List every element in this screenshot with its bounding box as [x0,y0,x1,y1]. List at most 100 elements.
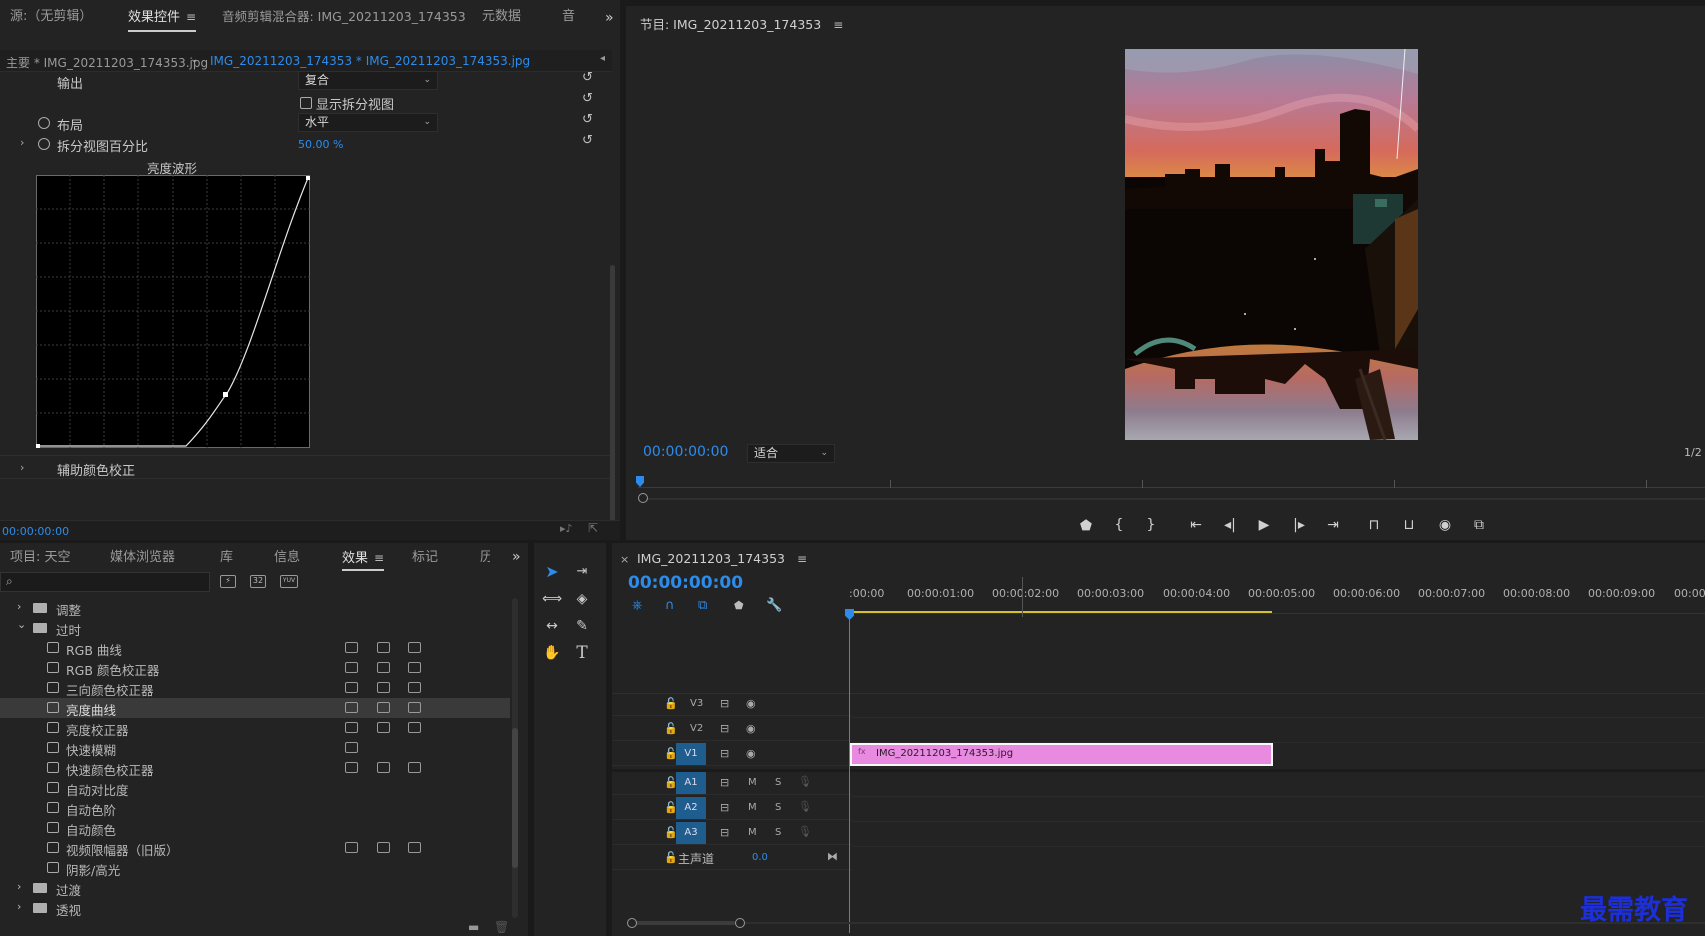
mute-button[interactable]: M [748,827,757,838]
output-dropdown[interactable]: 复合 ⌄ [298,71,438,90]
camera-icon[interactable]: ◉ [1435,517,1455,533]
chevron-right-icon[interactable]: › [20,136,24,149]
go-to-out-icon[interactable]: ⇥ [1323,517,1343,533]
tree-effect-shadow-highlight[interactable]: 阴影/高光 [0,858,510,878]
compare-view-icon[interactable]: ⧉ [1469,517,1489,533]
go-to-in-icon[interactable]: ⇤ [1186,517,1206,533]
tree-effect-auto-color[interactable]: 自动颜色 [0,818,510,838]
timeline-zoom-scrollbar[interactable] [627,918,1705,928]
playhead-line[interactable] [849,613,850,933]
tab-libraries[interactable]: 库 [220,543,233,573]
resolution-indicator[interactable]: 1/2 [1684,446,1702,459]
scrollbar[interactable] [610,265,615,525]
solo-button[interactable]: S [775,777,781,788]
track-select-tool-icon[interactable]: ⇥ [571,561,593,583]
tree-effect-luma-corrector[interactable]: 亮度校正器 [0,718,510,738]
sync-lock-icon[interactable]: ⊟ [720,801,729,814]
microphone-icon[interactable]: 🎙 [798,775,812,788]
play-icon[interactable]: ▶ [1254,517,1274,533]
accelerated-filter-icon[interactable]: ⚡ [220,575,236,588]
reset-icon[interactable]: ↺ [582,70,593,85]
track-target-a1[interactable]: A1 [676,772,706,794]
effect-controls-timecode[interactable]: 00:00:00:00 [2,525,69,538]
playhead-marker[interactable] [636,476,644,487]
chevron-down-icon[interactable]: ⌄ [190,54,198,65]
effects-scrollbar[interactable] [512,598,518,918]
mute-button[interactable]: M [748,802,757,813]
export-icon[interactable]: ⇱ [588,521,598,535]
menu-icon[interactable]: ≡ [374,543,384,573]
tree-effect-luma-curve[interactable]: 亮度曲线 [0,698,510,718]
menu-icon[interactable]: ≡ [833,18,843,32]
tree-effect-three-way[interactable]: 三向颜色校正器 [0,678,510,698]
mute-button[interactable]: M [748,777,757,788]
sync-lock-icon[interactable]: ⊟ [720,747,729,760]
reset-icon[interactable]: ↺ [582,91,593,106]
tree-folder-obsolete[interactable]: ⌄ 过时 [0,618,510,638]
menu-icon[interactable]: ≡ [186,0,196,34]
track-target-a2[interactable]: A2 [676,797,706,819]
eye-icon[interactable]: ◉ [746,722,756,735]
tree-folder-perspective[interactable]: › 透视 [0,898,510,918]
chevron-right-icon[interactable]: › [17,900,21,913]
sync-lock-icon[interactable]: ⊟ [720,776,729,789]
chevron-right-icon[interactable]: › [20,461,24,474]
zoom-scrollbar[interactable] [638,493,1705,503]
zoom-handle-right[interactable] [735,918,745,928]
solo-button[interactable]: S [775,827,781,838]
tab-markers[interactable]: 标记 [412,543,438,573]
audio-scrub-icon[interactable]: ▸♪ [560,522,573,535]
mark-in-icon[interactable]: { [1109,517,1129,533]
selection-tool-icon[interactable]: ➤ [541,561,563,583]
tree-effect-auto-levels[interactable]: 自动色阶 [0,798,510,818]
zoom-handle[interactable] [638,493,648,503]
step-back-icon[interactable]: ◂| [1220,517,1240,533]
microphone-icon[interactable]: 🎙 [798,825,812,838]
sync-lock-icon[interactable]: ⊟ [720,722,729,735]
mark-out-icon[interactable]: } [1141,517,1161,533]
track-target-v1[interactable]: V1 [676,743,706,765]
sync-lock-icon[interactable]: ⊟ [720,826,729,839]
tree-effect-video-limiter[interactable]: 视频限幅器（旧版） [0,838,510,858]
chevron-right-icon[interactable]: › [17,600,21,613]
step-forward-icon[interactable]: |▸ [1289,517,1309,533]
go-to-next-edit-icon[interactable]: ⧓ [827,850,838,863]
lock-icon[interactable]: 🔓 [664,697,678,710]
split-percent-value[interactable]: 50.00 % [298,138,343,151]
add-marker-icon[interactable]: ⬟ [734,599,744,612]
tab-effects[interactable]: 效果 ≡ [342,543,385,573]
linked-selection-icon[interactable]: ⧉ [698,598,707,613]
eye-icon[interactable]: ◉ [746,697,756,710]
program-ruler[interactable] [636,476,1705,494]
master-volume-value[interactable]: 0.0 [752,852,768,863]
razor-tool-icon[interactable]: ◈ [571,588,593,610]
eye-icon[interactable]: ◉ [746,747,756,760]
luma-curve-graph[interactable] [36,175,311,449]
slip-tool-icon[interactable]: ↔ [541,615,563,637]
tab-history[interactable]: 历 [480,543,490,573]
solo-button[interactable]: S [775,802,781,813]
sequence-clip-label[interactable]: IMG_20211203_174353 * IMG_20211203_17435… [210,54,530,68]
snap-icon[interactable]: ∩ [665,598,675,613]
lock-icon[interactable]: 🔓 [664,851,678,864]
menu-icon[interactable]: ≡ [797,552,807,566]
type-tool-icon[interactable]: T [571,642,593,664]
work-area-bar[interactable] [849,611,1272,613]
zoom-thumb[interactable] [635,921,735,925]
ripple-edit-tool-icon[interactable]: ⟺ [541,588,563,610]
microphone-icon[interactable]: 🎙 [798,800,812,813]
timeline-clip[interactable]: fx IMG_20211203_174353.jpg [850,743,1273,766]
nest-toggle-icon[interactable]: ⎈ [632,598,642,613]
tree-folder-transition[interactable]: › 过渡 [0,878,510,898]
chevron-down-icon[interactable]: ⌄ [17,618,26,631]
tab-metadata[interactable]: 元数据 [482,0,521,34]
add-marker-icon[interactable]: ⬟ [1076,518,1096,534]
layout-dropdown[interactable]: 水平 ⌄ [298,113,438,132]
tree-effect-rgb-curves[interactable]: RGB 曲线 [0,638,510,658]
sync-lock-icon[interactable]: ⊟ [720,697,729,710]
collapse-icon[interactable]: ◂ [600,53,605,64]
tree-effect-fast-blur[interactable]: 快速模糊 [0,738,510,758]
split-view-checkbox[interactable] [300,97,312,109]
tab-audio-mixer[interactable]: 音频剪辑混合器: IMG_20211203_174353 [222,0,466,34]
effects-scroll-thumb[interactable] [512,728,518,868]
